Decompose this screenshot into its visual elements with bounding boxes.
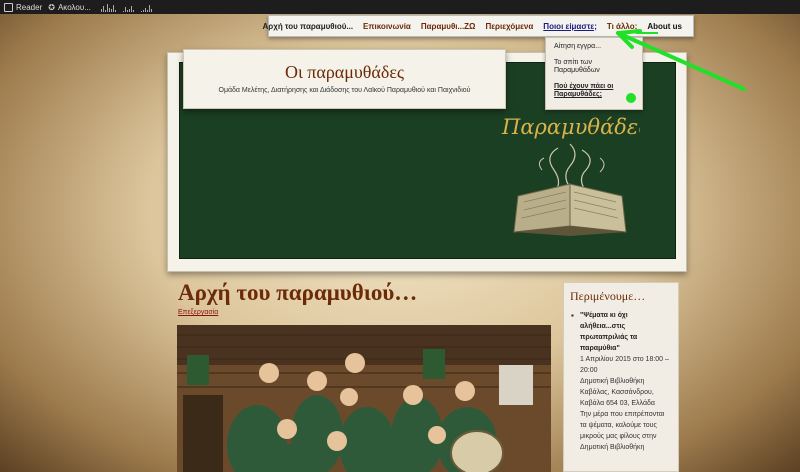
nav-item-paramythizo[interactable]: Παραμυθι...ΖΩ [416, 22, 481, 31]
follow-label: Ακολου... [57, 2, 91, 12]
site-description: Ομάδα Μελέτης, Διατήρησης και Διάδοσης τ… [218, 87, 471, 94]
site-title-card: Οι παραμυθάδες Ομάδα Μελέτης, Διατήρησης… [183, 49, 506, 109]
stats-sparkline-icon[interactable] [100, 3, 152, 12]
submenu-item-where-have-they-been[interactable]: Πού έχουν πάει οι Παραμυθάδες; [554, 83, 634, 99]
event-date: 1 Απριλίου 2015 στο 18:00 – 20:00 [580, 356, 669, 374]
nav-item-who-we-are[interactable]: Ποιοι είμαστε; [538, 22, 602, 31]
reader-link[interactable]: Reader [4, 2, 43, 12]
sidebar-widget: Περιμένουμε… "Ψέματα κι όχι αλήθεια...στ… [563, 282, 679, 472]
site-title[interactable]: Οι παραμυθάδες [184, 62, 505, 83]
event-description: Την μέρα που επιτρέπονται τα ψέματα, καλ… [580, 411, 665, 451]
event-list: "Ψέματα κι όχι αλήθεια...στις πρωταπριλι… [570, 310, 672, 453]
reader-label: Reader [16, 2, 43, 12]
nav-item-contents[interactable]: Περιεχόμενα [480, 22, 538, 31]
logo-text: Παραμυθάδες [501, 115, 640, 139]
list-item: "Ψέματα κι όχι αλήθεια...στις πρωταπριλι… [570, 310, 672, 453]
nav-item-home[interactable]: Αρχή του παραμυθιού... [257, 22, 358, 31]
nav-item-contact[interactable]: Επικοινωνία [358, 22, 416, 31]
who-we-are-submenu: Αίτηση εγγρα... Το σπίτι των Παραμυθάδων… [545, 37, 643, 110]
sidebar-title: Περιμένουμε… [570, 289, 646, 303]
edit-post-link[interactable]: Επεξεργασία [178, 309, 218, 316]
follow-link[interactable]: ✪ Ακολου... [48, 3, 91, 12]
event-venue: Δημοτική Βιβλιοθήκη Καβάλας, Κασσάνδρου,… [580, 378, 655, 407]
nav-item-about-us[interactable]: About us [642, 22, 687, 31]
post-title[interactable]: Αρχή του παραμυθιού… [178, 280, 417, 306]
submenu-item-application[interactable]: Αίτηση εγγρα... [554, 43, 634, 51]
submenu-item-storytellers-house[interactable]: Το σπίτι των Παραμυθάδων [554, 59, 634, 75]
event-title[interactable]: "Ψέματα κι όχι αλήθεια...στις πρωταπριλι… [580, 310, 672, 354]
reader-icon [4, 2, 13, 12]
follow-icon: ✪ [48, 2, 55, 12]
main-navigation: Αρχή του παραμυθιού... Επικοινωνία Παραμ… [262, 15, 694, 37]
book-logo: Παραμυθάδες [501, 115, 640, 236]
group-photo [177, 325, 551, 472]
nav-item-what-else[interactable]: Τι άλλο; [602, 22, 642, 31]
admin-bar: Reader ✪ Ακολου... [0, 0, 800, 14]
